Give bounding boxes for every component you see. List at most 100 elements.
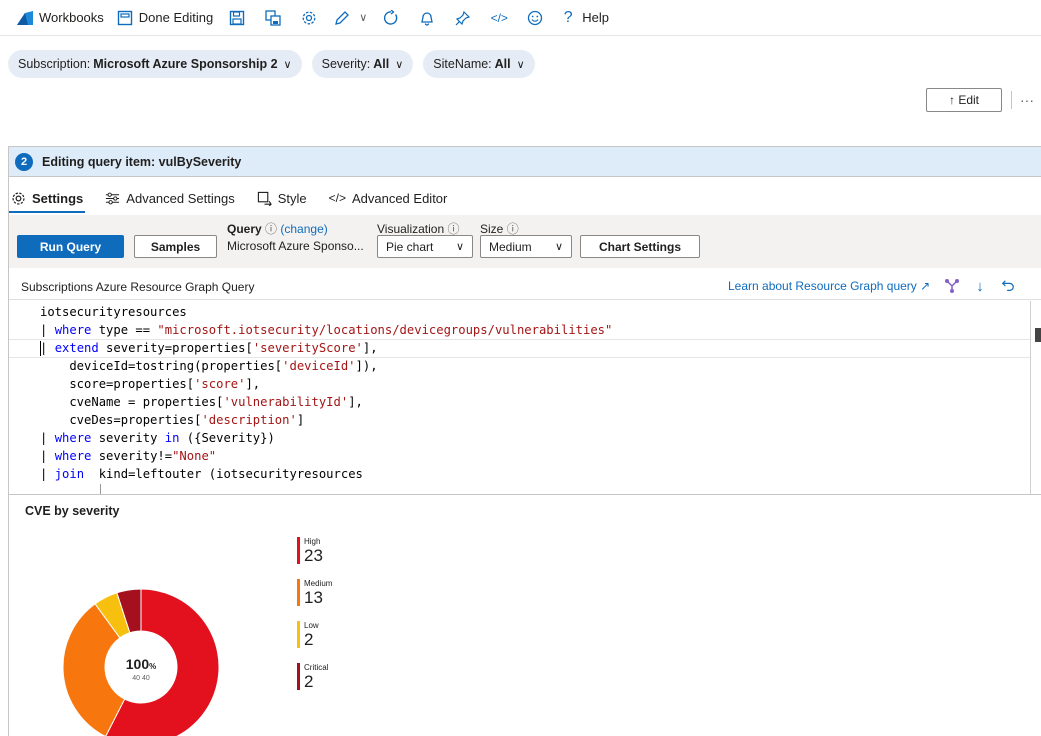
tab-settings[interactable]: Settings (9, 183, 86, 213)
tab-label: Advanced Editor (351, 190, 448, 206)
help-button[interactable]: ? Help (553, 0, 615, 36)
code-line: | where severity in ({Severity}) (40, 431, 275, 445)
tab-label: Style (277, 190, 307, 206)
legend-value: 2 (304, 672, 314, 691)
code-line: deviceId=tostring(properties['deviceId']… (40, 359, 378, 373)
legend-label: Critical (304, 663, 329, 672)
param-name: SiteName: (433, 57, 492, 71)
code-line: cveDes=properties['description'] (40, 413, 305, 427)
subscription-parameter[interactable]: Subscription: Microsoft Azure Sponsorshi… (8, 50, 302, 78)
legend-color-bar (297, 663, 300, 690)
query-editor[interactable]: iotsecurityresources | where type == "mi… (9, 301, 1041, 495)
edit-button[interactable]: ↑ Edit (926, 88, 1002, 112)
workbooks-label: Workbooks (39, 10, 104, 25)
done-editing-icon (116, 9, 134, 27)
legend-label: Medium (304, 579, 333, 588)
param-value: Microsoft Azure Sponsorship 2 (93, 57, 278, 71)
panel-header: 2 Editing query item: vulBySeverity (9, 147, 1041, 177)
bell-icon (418, 9, 436, 27)
save-icon (228, 9, 246, 27)
code-line: | where type == "microsoft.iotsecurity/l… (40, 323, 613, 337)
tab-style[interactable]: Style (255, 183, 309, 213)
help-label: Help (582, 10, 609, 25)
chevron-down-icon: ∨ (455, 241, 464, 253)
editor-scrollbar[interactable] (1030, 301, 1031, 494)
done-editing-button[interactable]: Done Editing (110, 0, 219, 36)
panel-title: Editing query item: vulBySeverity (42, 154, 242, 169)
feedback-button[interactable] (517, 0, 553, 36)
legend-value: 13 (304, 588, 323, 607)
workbooks-icon (16, 9, 34, 27)
code-line: iotsecurityresources (40, 305, 187, 319)
chevron-down-icon: ∨ (359, 12, 368, 24)
pin-icon (454, 9, 472, 27)
code-view-button[interactable]: </> (481, 0, 517, 36)
center-value: 100% (126, 656, 156, 672)
code-icon: </> (328, 191, 346, 205)
scrollbar-thumb[interactable] (1035, 328, 1041, 342)
visualization-value: Pie chart (386, 239, 434, 254)
more-options-button[interactable]: ··· (1020, 88, 1041, 112)
learn-resource-graph-link[interactable]: Learn about Resource Graph query ↗ (728, 279, 930, 293)
undo-button[interactable] (999, 277, 1017, 295)
query-section-title: Subscriptions Azure Resource Graph Query (21, 280, 255, 294)
save-as-button[interactable] (255, 0, 291, 36)
code-line: | where severity!="None" (40, 449, 217, 463)
refresh-button[interactable] (373, 0, 409, 36)
save-as-icon (264, 9, 282, 27)
size-value: Medium (489, 239, 532, 254)
pin-button[interactable] (445, 0, 481, 36)
code-icon: </> (490, 10, 508, 25)
visualization-select[interactable]: Pie chart ∨ (377, 235, 473, 258)
info-icon: ⓘ (265, 222, 278, 236)
legend-value: 23 (304, 546, 323, 565)
code-line: score=properties['score'], (40, 377, 261, 391)
size-label: Size (480, 222, 504, 236)
settings-tabs: Settings Advanced Settings Style </> Adv… (9, 183, 467, 213)
query-label-group: Query ⓘ (change) (227, 220, 328, 237)
center-sub: 40 40 (132, 675, 150, 682)
info-icon: ⓘ (447, 222, 460, 236)
chevron-down-icon: ∨ (516, 58, 525, 71)
indent-guide (100, 484, 101, 494)
size-select[interactable]: Medium ∨ (480, 235, 572, 258)
chart-title: CVE by severity (25, 504, 120, 518)
top-toolbar: Workbooks Done Editing ∨ </> ? Help (0, 0, 1041, 36)
code-line: | extend severity=properties['severitySc… (40, 341, 378, 355)
legend-color-bar (297, 537, 300, 564)
severity-parameter[interactable]: Severity: All ∨ (311, 50, 414, 78)
tab-label: Advanced Settings (126, 190, 235, 206)
workbooks-button[interactable]: Workbooks (10, 0, 110, 36)
visualization-label: Visualization (377, 222, 445, 236)
style-icon (257, 191, 272, 206)
chart-settings-button[interactable]: Chart Settings (580, 235, 700, 258)
smiley-icon (526, 9, 544, 27)
parameter-bar: Subscription: Microsoft Azure Sponsorshi… (8, 50, 535, 78)
download-icon[interactable]: ↓ (971, 277, 989, 295)
legend-color-bar (297, 621, 300, 648)
alert-button[interactable] (409, 0, 445, 36)
samples-button[interactable]: Samples (134, 235, 217, 258)
tab-advanced-editor[interactable]: </> Advanced Editor (327, 183, 450, 213)
legend-value: 2 (304, 630, 314, 649)
query-change-link[interactable]: (change) (280, 222, 327, 236)
divider (1011, 91, 1012, 109)
param-name: Subscription: (18, 57, 91, 71)
chevron-down-icon: ∨ (554, 241, 563, 253)
query-header: Subscriptions Azure Resource Graph Query… (9, 272, 1041, 300)
edit-pencil-button[interactable]: ∨ (327, 0, 373, 36)
editing-panel: 2 Editing query item: vulBySeverity Sett… (8, 146, 1041, 736)
learn-link-text: Learn about Resource Graph query (728, 279, 917, 293)
run-query-button[interactable]: Run Query (17, 235, 124, 258)
query-tree-button[interactable] (943, 277, 961, 295)
settings-button[interactable] (291, 0, 327, 36)
legend-label: High (304, 537, 321, 546)
save-button[interactable] (219, 0, 255, 36)
param-value: All (494, 57, 511, 71)
sitename-parameter[interactable]: SiteName: All ∨ (423, 50, 535, 78)
query-label: Query (227, 222, 262, 236)
gear-icon (11, 191, 26, 206)
pencil-icon (333, 9, 351, 27)
undo-icon (1001, 280, 1014, 291)
tab-advanced-settings[interactable]: Advanced Settings (103, 183, 236, 213)
